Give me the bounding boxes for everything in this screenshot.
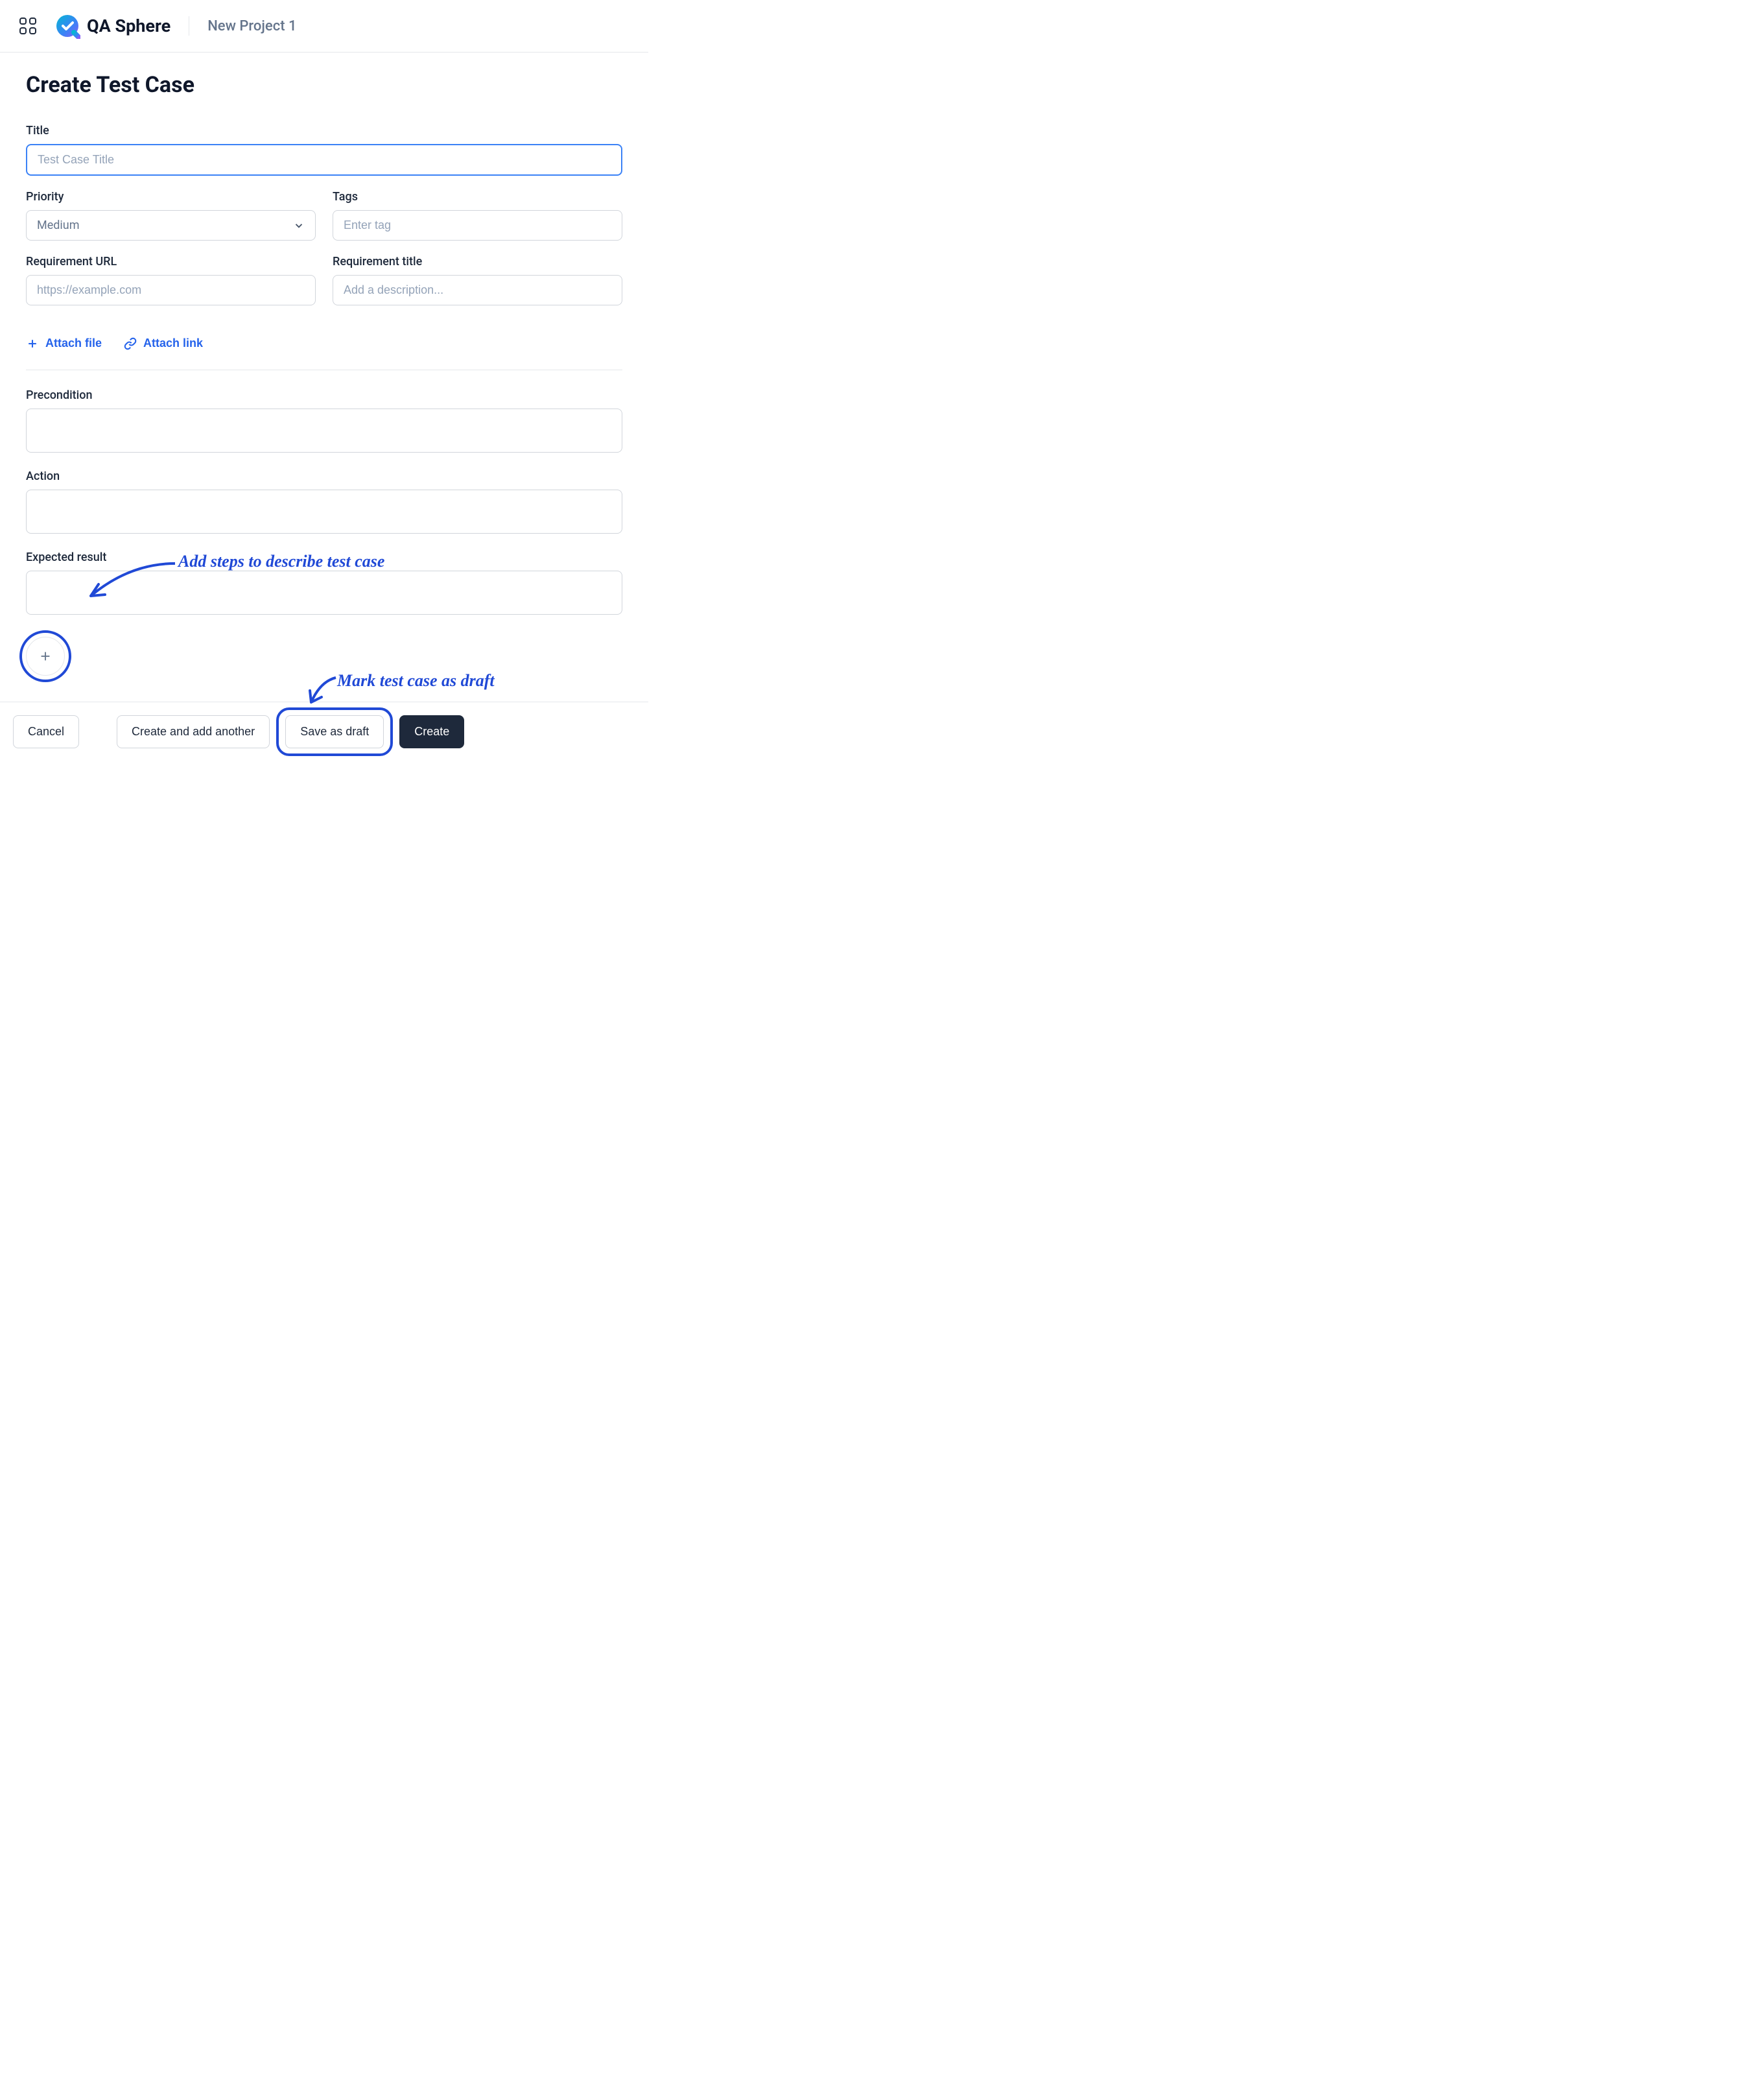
expected-input[interactable]: [26, 571, 622, 615]
action-input[interactable]: [26, 490, 622, 534]
apps-grid-icon[interactable]: [19, 18, 36, 34]
annotation-steps-note: Add steps to describe test case: [178, 552, 384, 571]
tags-input[interactable]: [333, 210, 622, 241]
attach-file-button[interactable]: Attach file: [26, 337, 102, 350]
priority-select[interactable]: Medium: [26, 210, 316, 241]
req-url-label: Requirement URL: [26, 255, 316, 268]
save-as-draft-button[interactable]: Save as draft: [285, 715, 384, 748]
footer-actions: Cancel Create and add another Save as dr…: [0, 702, 648, 761]
link-icon: [124, 337, 137, 350]
priority-value: Medium: [37, 219, 80, 232]
precondition-field-group: Precondition: [26, 388, 622, 455]
app-logo[interactable]: QA Sphere: [54, 13, 171, 39]
chevron-down-icon: [293, 220, 305, 231]
plus-icon: [38, 649, 53, 663]
tags-label: Tags: [333, 190, 622, 204]
req-title-field-group: Requirement title: [333, 255, 622, 305]
create-add-another-button[interactable]: Create and add another: [117, 715, 270, 748]
create-button[interactable]: Create: [399, 715, 464, 748]
req-title-label: Requirement title: [333, 255, 622, 268]
add-step-button[interactable]: [26, 637, 65, 676]
app-name: QA Sphere: [87, 16, 171, 36]
cancel-button[interactable]: Cancel: [13, 715, 79, 748]
top-bar: QA Sphere New Project 1: [0, 0, 648, 53]
action-label: Action: [26, 469, 622, 483]
page-title: Create Test Case: [26, 72, 622, 98]
attach-file-label: Attach file: [45, 337, 102, 350]
annotation-draft-note: Mark test case as draft: [337, 671, 495, 691]
req-url-input[interactable]: [26, 275, 316, 305]
qa-sphere-logo-icon: [54, 13, 80, 39]
action-field-group: Action: [26, 469, 622, 536]
precondition-input[interactable]: [26, 409, 622, 453]
attach-link-button[interactable]: Attach link: [124, 337, 203, 350]
req-url-field-group: Requirement URL: [26, 255, 316, 305]
main-content: Create Test Case Title Priority Medium T…: [0, 53, 648, 702]
project-breadcrumb[interactable]: New Project 1: [207, 18, 296, 34]
title-field-group: Title: [26, 124, 622, 176]
tags-field-group: Tags: [333, 190, 622, 241]
priority-field-group: Priority Medium: [26, 190, 316, 241]
priority-label: Priority: [26, 190, 316, 204]
precondition-label: Precondition: [26, 388, 622, 402]
req-title-input[interactable]: [333, 275, 622, 305]
title-input[interactable]: [26, 144, 622, 176]
plus-icon: [26, 337, 39, 350]
title-label: Title: [26, 124, 622, 137]
attach-link-label: Attach link: [143, 337, 203, 350]
